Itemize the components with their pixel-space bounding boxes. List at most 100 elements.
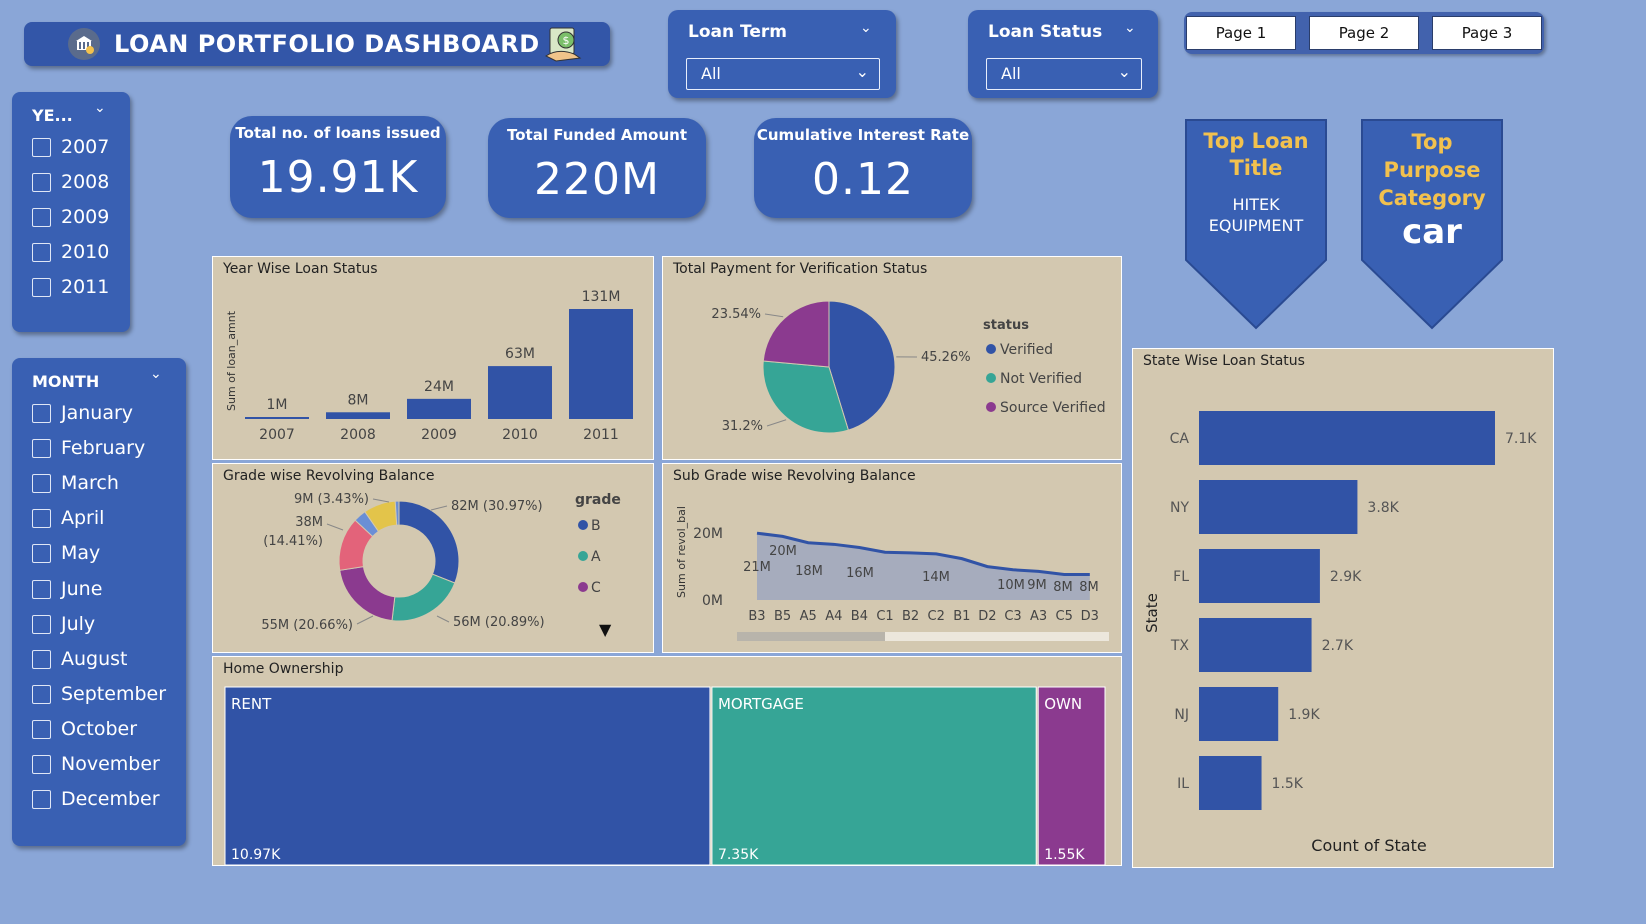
month-option[interactable]: February [32,437,145,459]
data-label: 1.9K [1288,707,1320,723]
year-option[interactable]: 2010 [32,241,109,263]
year-option[interactable]: 2011 [32,276,109,298]
month-option[interactable]: December [32,788,160,810]
page-2-button[interactable]: Page 2 [1309,16,1419,50]
checkbox[interactable] [32,508,51,528]
month-option[interactable]: August [32,648,128,670]
kpi-card: Total no. of loans issued 19.91K [230,116,446,218]
checkbox[interactable] [32,649,51,669]
checkbox[interactable] [32,277,51,297]
checkbox[interactable] [32,438,51,458]
bar [245,417,309,419]
state-wise-panel: State Wise Loan Status State CA 7.1K NY 3.8K… [1132,348,1554,868]
month-slicer: MONTH ⌄ January February March April May… [12,358,186,846]
checkbox[interactable] [32,719,51,739]
checkbox[interactable] [32,473,51,493]
year-option[interactable]: 2008 [32,171,109,193]
checkbox[interactable] [32,207,51,227]
chevron-down-icon[interactable]: ⌄ [1124,20,1136,36]
checkbox[interactable] [32,789,51,809]
checkbox[interactable] [32,684,51,704]
year-option[interactable]: 2007 [32,136,109,158]
bar [1199,687,1279,741]
home-ownership-treemap: RENT 10.97K MORTGAGE 7.35K OWN 1.55K [224,686,1106,866]
y-axis-label: State [1143,593,1161,633]
checkbox[interactable] [32,242,51,262]
checkbox[interactable] [32,579,51,599]
tick-label: B1 [953,609,970,624]
verification-status-panel: Total Payment for Verification Status 45… [662,256,1122,460]
scroll-down-icon[interactable]: ▼ [599,620,611,639]
month-option[interactable]: January [32,402,133,424]
page-1-button[interactable]: Page 1 [1186,16,1296,50]
month-option[interactable]: April [32,507,104,529]
state-bar-chart: State CA 7.1K NY 3.8K FL 2.9K TX 2.7K NJ 1.9K IL 1.5… [1143,411,1537,855]
tile-category-label: RENT [231,695,272,713]
year-option[interactable]: 2009 [32,206,109,228]
kpi-value: 0.12 [812,154,914,205]
legend-entry: A [591,549,601,565]
tick-label: D3 [1081,609,1099,624]
loan-status-value: All [1001,64,1021,83]
top-purpose-label: Top Purpose Category [1378,130,1486,210]
leader-line [766,419,787,427]
chevron-down-icon[interactable]: ⌄ [150,366,162,382]
month-option[interactable]: November [32,753,160,775]
loan-term-dropdown[interactable]: All ⌄ [686,58,880,90]
chevron-down-icon[interactable]: ⌄ [860,20,872,36]
leader-line [764,313,784,318]
top-loan-title-value: HITEK EQUIPMENT [1208,195,1304,235]
scrollbar-thumb[interactable] [737,632,885,641]
tick-label: NJ [1174,707,1189,723]
data-label: 56M (20.89%) [453,615,545,630]
page-3-button[interactable]: Page 3 [1432,16,1542,50]
data-label: 21M [743,560,771,575]
data-label: 31.2% [722,419,763,434]
chevron-down-icon[interactable]: ⌄ [94,100,106,116]
legend-entry: Not Verified [1000,371,1082,387]
checkbox[interactable] [32,137,51,157]
pie-slice [762,300,830,368]
kpi-label: Cumulative Interest Rate [756,126,970,144]
dashboard-title-bar: LOAN PORTFOLIO DASHBOARD $ [24,22,610,66]
checkbox[interactable] [32,172,51,192]
loan-term-slicer[interactable]: Loan Term ⌄ All ⌄ [668,10,896,98]
horizontal-scrollbar[interactable] [737,632,1109,641]
tile-value-label: 10.97K [231,847,281,863]
data-label: 2.7K [1322,638,1354,654]
month-option[interactable]: October [32,718,137,740]
month-option[interactable]: May [32,542,100,564]
data-label: 131M [582,289,621,305]
chevron-down-icon: ⌄ [1117,62,1131,81]
tick-label: C3 [1004,609,1021,624]
leader-line [372,498,390,503]
subgrade-revolving-panel: Sub Grade wise Revolving Balance Sum of … [662,463,1122,653]
tile-value-label: 7.35K [718,847,759,863]
data-label: 63M [505,346,535,362]
year-bar-chart: Sum of loan_amnt 1M 2007 8M 2008 24M 2009 63M 20… [225,289,633,443]
checkbox[interactable] [32,543,51,563]
legend-marker [578,551,588,561]
leader-line [436,615,450,623]
year-slicer: YE... ⌄ 2007 2008 2009 2010 2011 [12,92,130,332]
month-option[interactable]: March [32,472,119,494]
month-option[interactable]: June [32,578,102,600]
data-label: 45.26% [921,350,971,365]
tick-label: 2009 [421,427,457,443]
checkbox[interactable] [32,614,51,634]
loan-status-slicer[interactable]: Loan Status ⌄ All ⌄ [968,10,1158,98]
month-slicer-title: MONTH [32,372,100,391]
data-label: 10M [997,578,1025,593]
checkbox[interactable] [32,403,51,423]
tick-label: B2 [902,609,919,624]
loan-status-dropdown[interactable]: All ⌄ [986,58,1142,90]
month-option[interactable]: July [32,613,95,635]
legend-entry: Verified [1000,342,1053,358]
data-label: 55M (20.66%) [261,618,353,633]
checkbox[interactable] [32,754,51,774]
tick-label: A4 [825,609,842,624]
month-option[interactable]: September [32,683,166,705]
bar [488,366,552,419]
leader-line [430,505,448,511]
legend-marker [986,344,996,354]
